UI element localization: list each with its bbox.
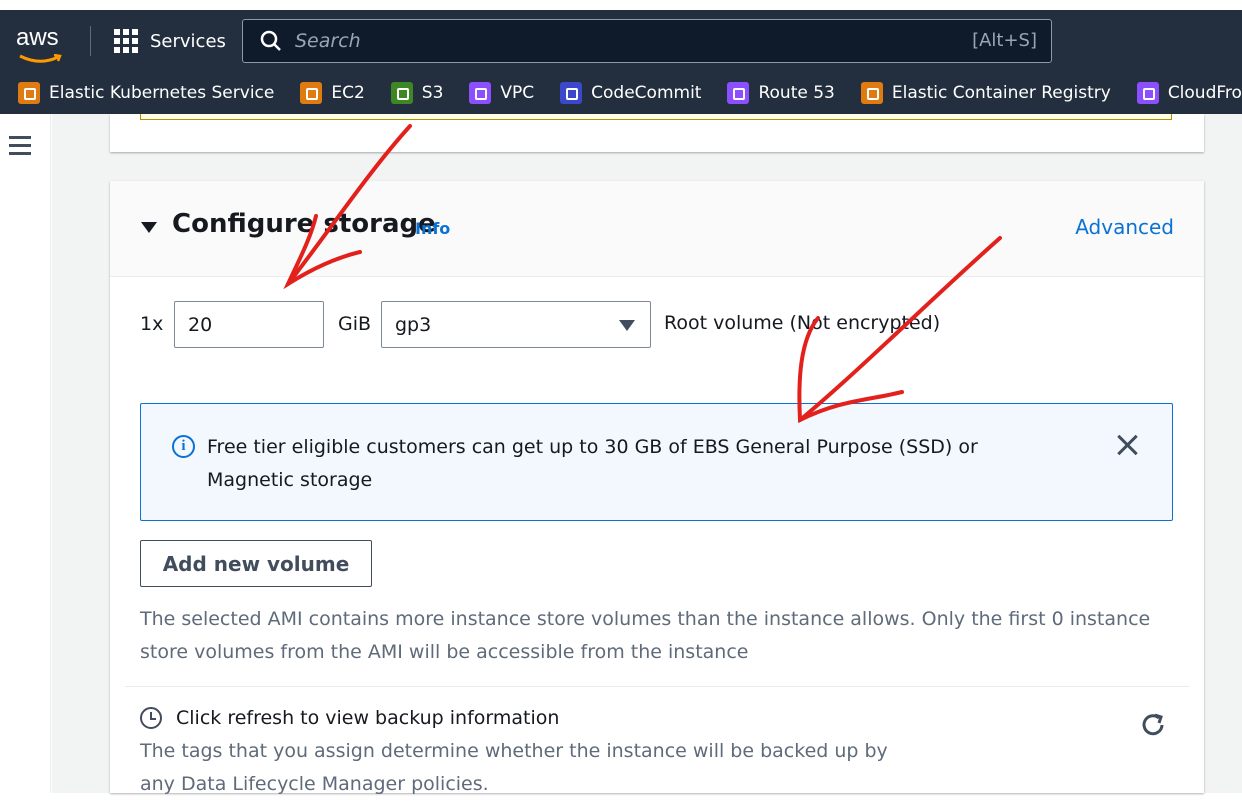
favorite-codecommit[interactable]: CodeCommit (560, 82, 701, 104)
favorite-ecr[interactable]: Elastic Container Registry (860, 82, 1111, 104)
add-new-volume-button[interactable]: Add new volume (140, 540, 372, 587)
nav-divider (90, 26, 91, 56)
ami-store-volumes-message: The selected AMI contains more instance … (140, 608, 1151, 663)
volume-type-value: gp3 (395, 314, 432, 336)
panel-title: Configure storage (172, 209, 436, 239)
alert-message: Free tier eligible customers can get up … (207, 436, 978, 491)
size-unit-label: GiB (338, 313, 372, 335)
search-icon (260, 30, 281, 51)
info-circle-icon: i (172, 435, 195, 458)
favorite-cloudfront[interactable]: CloudFront (1136, 82, 1242, 104)
search-shortcut-hint: [Alt+S] (972, 30, 1037, 51)
warning-alert-edge (140, 114, 1172, 120)
services-menu-button[interactable]: Services (114, 28, 226, 54)
search-input[interactable] (295, 30, 935, 52)
content-area: Configure storage Info Advanced 1x GiB g… (0, 114, 1242, 795)
volume-quantity: 1x (140, 313, 164, 335)
eks-service-icon (18, 82, 40, 104)
dropdown-arrow-icon (619, 320, 635, 331)
aws-smile-icon (19, 54, 62, 63)
favorite-route53[interactable]: Route 53 (727, 82, 835, 104)
ec2-service-icon (300, 82, 323, 104)
favorite-vpc[interactable]: VPC (469, 82, 534, 104)
backup-title: Click refresh to view backup information (176, 707, 560, 729)
favorites-bar: Elastic Kubernetes Service EC2 S3 VPC Co… (0, 76, 1242, 110)
previous-panel (110, 114, 1204, 152)
configure-storage-panel: Configure storage Info Advanced 1x GiB g… (110, 181, 1204, 795)
top-navigation: aws Services [Alt+S] Elastic Kubernetes … (0, 0, 1242, 114)
grid-icon (114, 29, 138, 53)
tags-backup-message: The tags that you assign determine wheth… (140, 740, 888, 795)
codecommit-service-icon (560, 82, 583, 104)
menu-icon[interactable] (9, 136, 31, 155)
refresh-icon[interactable] (1140, 711, 1168, 739)
backup-info-row: Click refresh to view backup information (140, 703, 559, 733)
advanced-link[interactable]: Advanced (1075, 215, 1174, 239)
clock-icon (140, 707, 162, 729)
search-bar[interactable]: [Alt+S] (242, 19, 1052, 63)
services-label: Services (150, 30, 226, 52)
aws-logo[interactable]: aws (16, 24, 62, 63)
volume-type-select[interactable]: gp3 (381, 301, 651, 348)
window-edge (0, 0, 1242, 10)
panel-header: Configure storage Info Advanced (110, 181, 1204, 277)
close-icon[interactable] (1114, 432, 1140, 458)
aws-logo-text: aws (16, 24, 59, 51)
volume-size-input[interactable] (174, 301, 324, 348)
side-navigation-rail (0, 114, 51, 793)
free-tier-info-alert: i Free tier eligible customers can get u… (140, 403, 1173, 521)
collapse-caret-icon[interactable] (141, 222, 157, 233)
vpc-service-icon (469, 82, 492, 104)
favorite-s3[interactable]: S3 (390, 82, 443, 104)
s3-service-icon (390, 82, 413, 104)
root-volume-label: Root volume (Not encrypted) (664, 312, 941, 334)
route53-service-icon (727, 82, 750, 104)
info-link[interactable]: Info (415, 219, 450, 238)
favorite-eks[interactable]: Elastic Kubernetes Service (18, 82, 274, 104)
cloudfront-service-icon (1136, 82, 1159, 104)
favorite-ec2[interactable]: EC2 (300, 82, 365, 104)
section-divider (125, 686, 1189, 687)
ecr-service-icon (860, 82, 883, 104)
